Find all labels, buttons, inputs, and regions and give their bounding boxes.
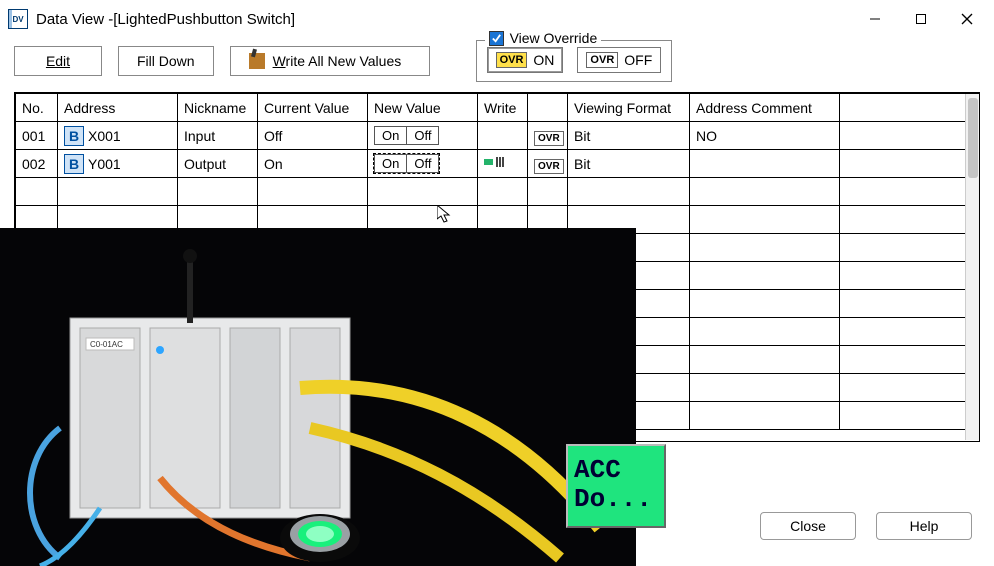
close-window-button[interactable] <box>944 3 990 35</box>
table-row[interactable]: 001BX001InputOffOnOffOVRBitNO <box>16 122 979 150</box>
minimize-button[interactable] <box>852 3 898 35</box>
view-override-group: View Override OVR ON OVR OFF <box>476 40 673 82</box>
cell-ovr[interactable]: OVR <box>528 150 568 178</box>
col-viewing-format[interactable]: Viewing Format <box>568 94 690 122</box>
scrollbar-vertical[interactable] <box>965 94 979 440</box>
col-current-value[interactable]: Current Value <box>258 94 368 122</box>
new-value-on[interactable]: On <box>374 154 407 173</box>
write-icon[interactable] <box>484 155 504 169</box>
new-value-off[interactable]: Off <box>407 126 439 145</box>
svg-text:C0-01AC: C0-01AC <box>90 340 123 349</box>
edit-button[interactable]: Edit <box>14 46 102 76</box>
toolbar: Edit Fill Down Write All New Values View… <box>0 38 994 88</box>
cell-comment[interactable] <box>690 150 840 178</box>
window-title: Data View -[LightedPushbutton Switch] <box>36 11 295 28</box>
ovr-tag-on: OVR <box>496 52 528 68</box>
col-no[interactable]: No. <box>16 94 58 122</box>
col-write[interactable]: Write <box>478 94 528 122</box>
table-row[interactable] <box>16 178 979 206</box>
bit-icon: B <box>64 154 84 174</box>
table-header-row: No. Address Nickname Current Value New V… <box>16 94 979 122</box>
accdo-badge: ACC Do... <box>566 444 666 528</box>
hardware-photo: C0-01AC <box>0 228 636 566</box>
help-button[interactable]: Help <box>876 512 972 540</box>
cell-new-value[interactable]: OnOff <box>368 122 478 150</box>
cell-no: 001 <box>16 122 58 150</box>
app-icon: DV <box>8 9 28 29</box>
override-on-button[interactable]: OVR ON <box>487 47 564 73</box>
view-override-checkbox[interactable] <box>489 31 504 46</box>
maximize-button[interactable] <box>898 3 944 35</box>
write-all-icon <box>249 53 265 69</box>
bit-icon: B <box>64 126 84 146</box>
cell-new-value[interactable]: OnOff <box>368 150 478 178</box>
fill-down-button[interactable]: Fill Down <box>118 46 214 76</box>
write-all-label: rite All New Values <box>286 53 402 69</box>
cell-current-value: Off <box>258 122 368 150</box>
cell-no: 002 <box>16 150 58 178</box>
cell-address[interactable]: BY001 <box>58 150 178 178</box>
cell-comment[interactable]: NO <box>690 122 840 150</box>
cell-ovr[interactable]: OVR <box>528 122 568 150</box>
col-new-value[interactable]: New Value <box>368 94 478 122</box>
close-button[interactable]: Close <box>760 512 856 540</box>
col-ovr[interactable] <box>528 94 568 122</box>
override-off-button[interactable]: OVR OFF <box>577 47 661 73</box>
cell-address[interactable]: BX001 <box>58 122 178 150</box>
ovr-tag-off: OVR <box>586 52 618 68</box>
cell-viewing-format[interactable]: Bit <box>568 122 690 150</box>
write-all-button[interactable]: Write All New Values <box>230 46 430 76</box>
col-blank <box>840 94 979 122</box>
cell-write[interactable] <box>478 122 528 150</box>
col-nickname[interactable]: Nickname <box>178 94 258 122</box>
col-address-comment[interactable]: Address Comment <box>690 94 840 122</box>
cell-nickname[interactable]: Input <box>178 122 258 150</box>
new-value-on[interactable]: On <box>374 126 407 145</box>
scrollbar-thumb[interactable] <box>968 98 978 178</box>
cell-write[interactable] <box>478 150 528 178</box>
table-row[interactable]: 002BY001OutputOnOnOffOVRBit <box>16 150 979 178</box>
view-override-label: View Override <box>510 30 598 46</box>
col-address[interactable]: Address <box>58 94 178 122</box>
new-value-off[interactable]: Off <box>407 154 439 173</box>
cell-viewing-format[interactable]: Bit <box>568 150 690 178</box>
cell-nickname[interactable]: Output <box>178 150 258 178</box>
cell-current-value: On <box>258 150 368 178</box>
